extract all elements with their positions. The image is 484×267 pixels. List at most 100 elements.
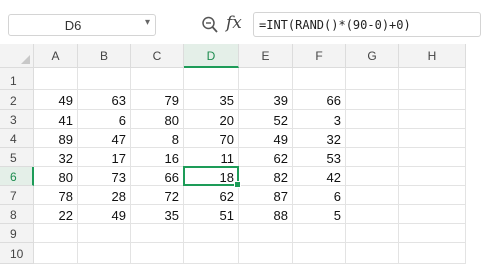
cell-g7[interactable] — [346, 186, 399, 205]
cell-e6[interactable]: 82 — [239, 167, 293, 186]
formula-input[interactable]: =INT(RAND()*(90-0)+0) — [253, 12, 481, 37]
cell-h5[interactable] — [399, 148, 466, 167]
row-header-10[interactable]: 10 — [0, 243, 34, 264]
cell-b5[interactable]: 17 — [78, 148, 131, 167]
column-header-e[interactable]: E — [239, 44, 293, 68]
row-header-1[interactable]: 1 — [0, 68, 34, 90]
cell-g10[interactable] — [346, 243, 399, 264]
cell-g6[interactable] — [346, 167, 399, 186]
cell-h1[interactable] — [399, 68, 466, 90]
cell-e3[interactable]: 52 — [239, 110, 293, 129]
cell-f9[interactable] — [293, 224, 346, 243]
cell-d9[interactable] — [184, 224, 239, 243]
cell-d3[interactable]: 20 — [184, 110, 239, 129]
cell-d2[interactable]: 35 — [184, 90, 239, 110]
zoom-icon[interactable] — [201, 15, 219, 35]
cell-b3[interactable]: 6 — [78, 110, 131, 129]
cell-h6[interactable] — [399, 167, 466, 186]
cell-g8[interactable] — [346, 205, 399, 224]
cell-a8[interactable]: 22 — [34, 205, 78, 224]
cell-h2[interactable] — [399, 90, 466, 110]
cell-h7[interactable] — [399, 186, 466, 205]
cell-a3[interactable]: 41 — [34, 110, 78, 129]
cell-b7[interactable]: 28 — [78, 186, 131, 205]
cell-h9[interactable] — [399, 224, 466, 243]
row-header-4[interactable]: 4 — [0, 129, 34, 148]
cell-d1[interactable] — [184, 68, 239, 90]
chevron-down-icon[interactable]: ▾ — [145, 17, 150, 28]
cell-c7[interactable]: 72 — [131, 186, 184, 205]
cell-g5[interactable] — [346, 148, 399, 167]
row-header-6[interactable]: 6 — [0, 167, 34, 186]
cell-g1[interactable] — [346, 68, 399, 90]
cell-g9[interactable] — [346, 224, 399, 243]
column-header-a[interactable]: A — [34, 44, 78, 68]
cell-e1[interactable] — [239, 68, 293, 90]
cell-d5[interactable]: 11 — [184, 148, 239, 167]
cell-f7[interactable]: 6 — [293, 186, 346, 205]
cell-b6[interactable]: 73 — [78, 167, 131, 186]
cell-c6[interactable]: 66 — [131, 167, 184, 186]
cell-c10[interactable] — [131, 243, 184, 264]
cell-e7[interactable]: 87 — [239, 186, 293, 205]
cell-e4[interactable]: 49 — [239, 129, 293, 148]
cell-g2[interactable] — [346, 90, 399, 110]
cell-e5[interactable]: 62 — [239, 148, 293, 167]
cell-f4[interactable]: 32 — [293, 129, 346, 148]
cell-e9[interactable] — [239, 224, 293, 243]
cell-f1[interactable] — [293, 68, 346, 90]
cell-f2[interactable]: 66 — [293, 90, 346, 110]
cell-b4[interactable]: 47 — [78, 129, 131, 148]
column-header-d[interactable]: D — [184, 44, 239, 68]
cell-h4[interactable] — [399, 129, 466, 148]
cell-e2[interactable]: 39 — [239, 90, 293, 110]
column-header-b[interactable]: B — [78, 44, 131, 68]
name-box[interactable]: D6 ▾ — [8, 14, 156, 36]
cell-a4[interactable]: 89 — [34, 129, 78, 148]
cell-d4[interactable]: 70 — [184, 129, 239, 148]
row-header-5[interactable]: 5 — [0, 148, 34, 167]
cell-f8[interactable]: 5 — [293, 205, 346, 224]
cell-d7[interactable]: 62 — [184, 186, 239, 205]
cell-e8[interactable]: 88 — [239, 205, 293, 224]
cell-b8[interactable]: 49 — [78, 205, 131, 224]
row-header-2[interactable]: 2 — [0, 90, 34, 110]
cell-b9[interactable] — [78, 224, 131, 243]
row-header-3[interactable]: 3 — [0, 110, 34, 129]
cell-d10[interactable] — [184, 243, 239, 264]
cell-g4[interactable] — [346, 129, 399, 148]
fx-icon[interactable]: fx — [226, 13, 242, 33]
column-header-h[interactable]: H — [399, 44, 466, 68]
cell-b1[interactable] — [78, 68, 131, 90]
select-all-corner[interactable] — [0, 44, 34, 68]
cell-b2[interactable]: 63 — [78, 90, 131, 110]
cell-c2[interactable]: 79 — [131, 90, 184, 110]
cell-g3[interactable] — [346, 110, 399, 129]
cell-f3[interactable]: 3 — [293, 110, 346, 129]
cell-c1[interactable] — [131, 68, 184, 90]
cell-a6[interactable]: 80 — [34, 167, 78, 186]
cell-f10[interactable] — [293, 243, 346, 264]
cell-c9[interactable] — [131, 224, 184, 243]
cell-h3[interactable] — [399, 110, 466, 129]
cell-d8[interactable]: 51 — [184, 205, 239, 224]
column-header-f[interactable]: F — [293, 44, 346, 68]
cell-c4[interactable]: 8 — [131, 129, 184, 148]
cell-f5[interactable]: 53 — [293, 148, 346, 167]
row-header-9[interactable]: 9 — [0, 224, 34, 243]
cell-a5[interactable]: 32 — [34, 148, 78, 167]
cell-a10[interactable] — [34, 243, 78, 264]
cell-e10[interactable] — [239, 243, 293, 264]
cell-c3[interactable]: 80 — [131, 110, 184, 129]
cell-a2[interactable]: 49 — [34, 90, 78, 110]
cell-f6[interactable]: 42 — [293, 167, 346, 186]
cell-a1[interactable] — [34, 68, 78, 90]
cell-d6[interactable]: 18 — [184, 167, 239, 186]
column-header-c[interactable]: C — [131, 44, 184, 68]
cell-c8[interactable]: 35 — [131, 205, 184, 224]
column-header-g[interactable]: G — [346, 44, 399, 68]
row-header-7[interactable]: 7 — [0, 186, 34, 205]
cell-c5[interactable]: 16 — [131, 148, 184, 167]
cell-h8[interactable] — [399, 205, 466, 224]
cell-a7[interactable]: 78 — [34, 186, 78, 205]
